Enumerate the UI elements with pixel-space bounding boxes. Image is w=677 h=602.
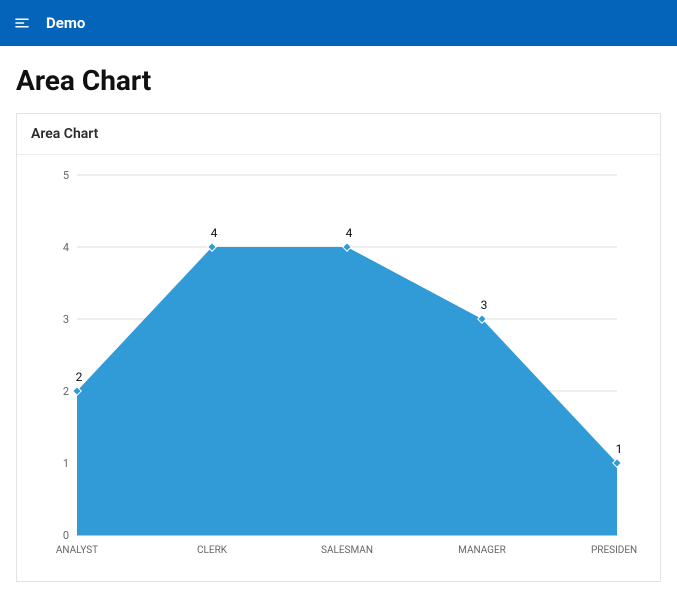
y-tick-label: 1 xyxy=(63,457,69,470)
y-tick-label: 2 xyxy=(63,385,69,398)
value-label: 2 xyxy=(76,370,83,384)
card-title: Area Chart xyxy=(17,114,660,155)
chart-svg: 0 1 2 3 4 5 2 ANALYST 4 CLERK 4 SALESMAN 3 MANAGER 1 PR… xyxy=(37,165,637,565)
value-label: 3 xyxy=(481,298,488,312)
x-tick-label: MANAGER xyxy=(458,545,506,556)
menu-icon[interactable] xyxy=(12,13,32,33)
value-label: 4 xyxy=(346,226,353,240)
value-label: 4 xyxy=(211,226,218,240)
app-header: Demo xyxy=(0,0,677,46)
value-label: 1 xyxy=(616,442,623,456)
page-title: Area Chart xyxy=(0,46,677,113)
chart-card: Area Chart 0 1 2 3 4 5 2 ANALYST 4 CLERK 4 SALESMAN… xyxy=(16,113,661,582)
x-tick-label: CLERK xyxy=(197,545,228,556)
x-tick-label: ANALYST xyxy=(56,545,98,556)
x-tick-label: SALESMAN xyxy=(321,545,373,556)
area-chart: 0 1 2 3 4 5 2 ANALYST 4 CLERK 4 SALESMAN 3 MANAGER 1 PR… xyxy=(17,155,660,581)
y-tick-label: 5 xyxy=(63,169,69,182)
x-tick-label: PRESIDENT xyxy=(591,545,637,556)
app-title: Demo xyxy=(46,14,85,32)
area-series xyxy=(77,247,617,535)
y-tick-label: 3 xyxy=(63,313,69,326)
y-tick-label: 0 xyxy=(63,529,69,542)
y-tick-label: 4 xyxy=(63,241,69,254)
